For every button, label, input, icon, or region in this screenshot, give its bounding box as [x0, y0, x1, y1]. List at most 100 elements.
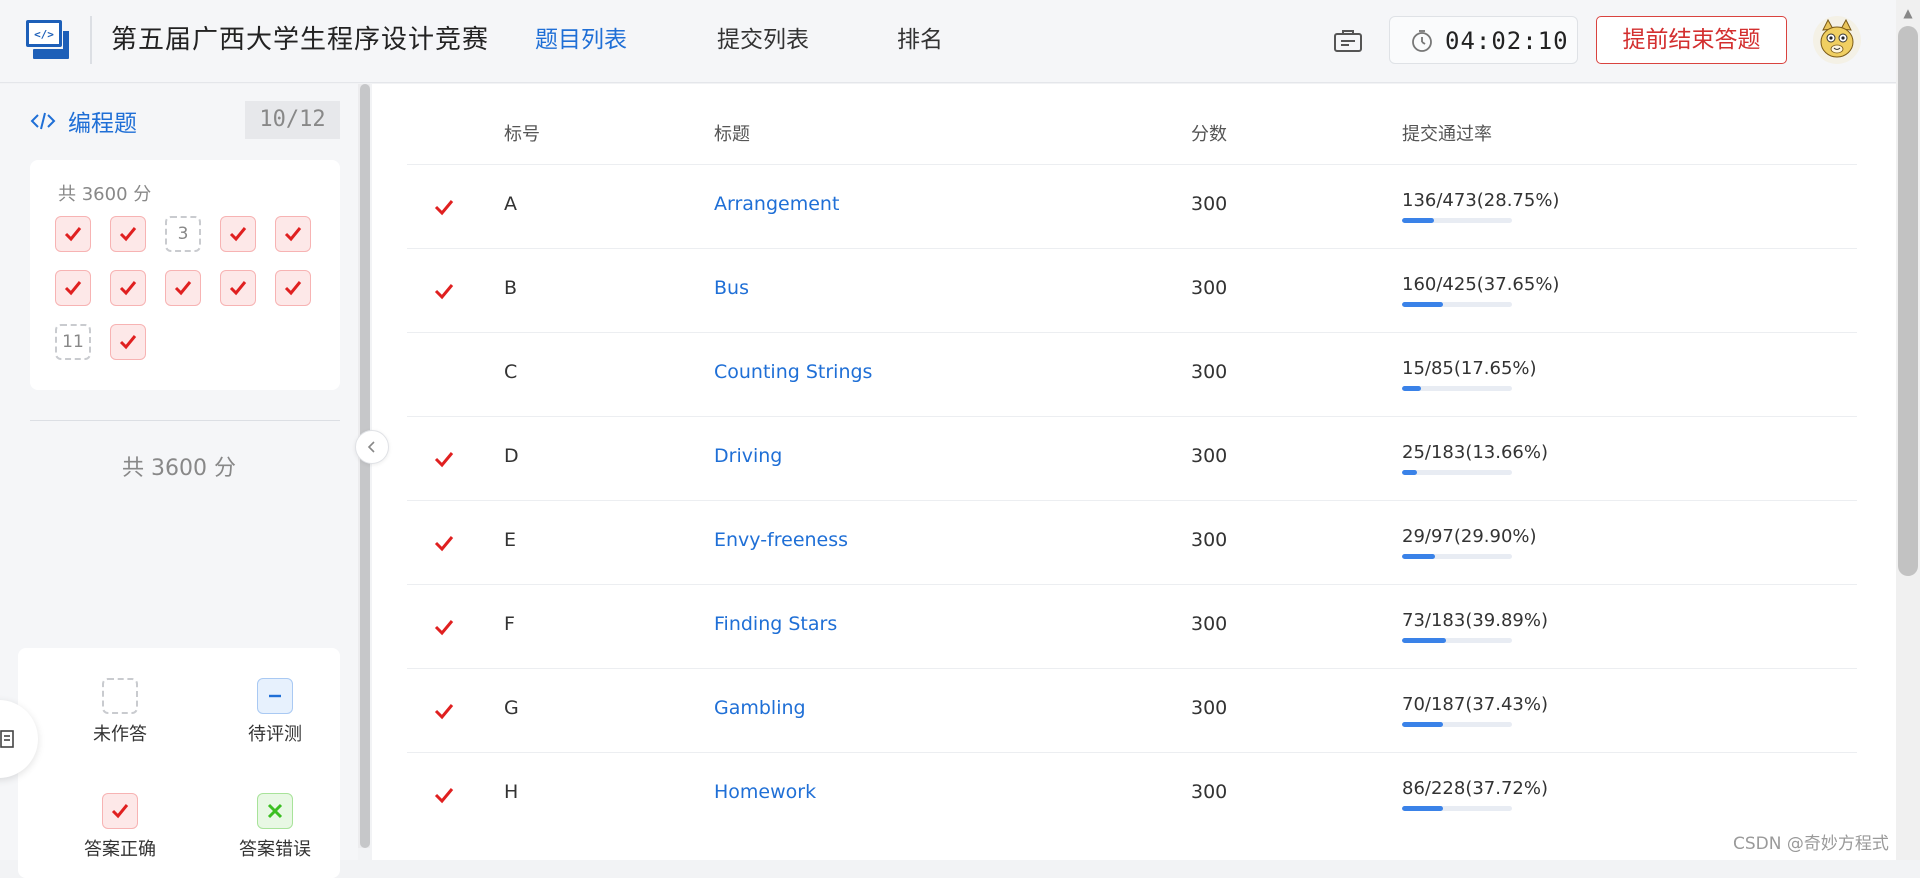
question-cell[interactable]	[110, 216, 146, 252]
pending-icon	[257, 678, 293, 714]
problem-label: G	[504, 697, 519, 719]
top-header: </> 第五届广西大学生程序设计竞赛 题目列表 提交列表 排名 04:02:10…	[0, 0, 1920, 83]
problem-label: F	[504, 613, 515, 635]
stopwatch-icon	[1412, 30, 1432, 52]
svg-text:</>: </>	[34, 28, 54, 41]
problem-score: 300	[1191, 613, 1228, 635]
check-icon	[62, 277, 84, 299]
column-header-pass-rate: 提交通过率	[1402, 124, 1492, 145]
solved-check-icon	[432, 195, 456, 219]
question-cell[interactable]	[55, 216, 91, 252]
solved-check-icon	[432, 699, 456, 723]
tab-ranking[interactable]: 排名	[897, 22, 943, 58]
timer-value: 04:02:10	[1445, 27, 1569, 55]
question-cell[interactable]: 11	[55, 324, 91, 360]
question-cell[interactable]	[165, 270, 201, 306]
pass-rate-text: 25/183(13.66%)	[1402, 442, 1549, 463]
check-icon	[102, 793, 138, 829]
card-total-score: 共 3600 分	[58, 184, 152, 205]
question-grid-card: 共 3600 分 3 11	[30, 160, 340, 390]
pass-rate-text: 29/97(29.90%)	[1402, 526, 1537, 547]
question-number: 11	[62, 332, 84, 352]
page-scrollbar[interactable]	[1898, 26, 1918, 576]
pass-rate-text: 160/425(37.65%)	[1402, 274, 1560, 295]
left-divider	[30, 420, 340, 421]
table-row[interactable]: G Gambling 300 70/187(37.43%)	[407, 668, 1857, 752]
user-avatar[interactable]	[1813, 16, 1861, 64]
pass-rate-bar	[1402, 554, 1512, 559]
collapse-sidebar-button[interactable]	[355, 430, 389, 464]
status-legend: 未作答 待评测 答案正确 答案错误	[18, 648, 340, 878]
question-cell[interactable]	[110, 324, 146, 360]
pass-rate-bar-fill	[1402, 302, 1444, 307]
problem-title-link[interactable]: Counting Strings	[714, 361, 872, 383]
table-row[interactable]: C Counting Strings 300 15/85(17.65%)	[407, 332, 1857, 416]
problem-title-link[interactable]: Finding Stars	[714, 613, 837, 635]
problem-title-link[interactable]: Bus	[714, 277, 749, 299]
problem-label: B	[504, 277, 518, 299]
problem-score: 300	[1191, 445, 1228, 467]
problem-label: H	[504, 781, 519, 803]
solved-check-icon	[432, 531, 456, 555]
pass-rate-bar	[1402, 470, 1512, 475]
pass-rate-bar	[1402, 218, 1512, 223]
problem-title-link[interactable]: Gambling	[714, 697, 806, 719]
problem-title-link[interactable]: Arrangement	[714, 193, 839, 215]
table-row[interactable]: F Finding Stars 300 73/183(39.89%)	[407, 584, 1857, 668]
table-row[interactable]: H Homework 300 86/228(37.72%)	[407, 752, 1857, 836]
question-cell[interactable]: 3	[165, 216, 201, 252]
briefcase-icon[interactable]	[1333, 29, 1363, 53]
problem-label: D	[504, 445, 519, 467]
pass-rate-bar-fill	[1402, 218, 1434, 223]
problem-label: A	[504, 193, 517, 215]
pass-rate-bar	[1402, 806, 1512, 811]
question-cell[interactable]	[220, 216, 256, 252]
legend-pending: 待评测	[220, 678, 330, 746]
problem-label: C	[504, 361, 518, 383]
question-cell[interactable]	[220, 270, 256, 306]
solved-check-icon	[432, 279, 456, 303]
pass-rate-text: 70/187(37.43%)	[1402, 694, 1549, 715]
section-programming[interactable]: 编程题	[30, 104, 137, 138]
unanswered-swatch	[102, 678, 138, 714]
check-icon	[227, 223, 249, 245]
column-header-score: 分数	[1191, 124, 1227, 145]
tab-problem-list[interactable]: 题目列表	[535, 22, 627, 58]
pass-rate-text: 15/85(17.65%)	[1402, 358, 1537, 379]
question-cell[interactable]	[275, 270, 311, 306]
table-row[interactable]: B Bus 300 160/425(37.65%)	[407, 248, 1857, 332]
column-header-title: 标题	[714, 124, 750, 145]
solved-check-icon	[432, 615, 456, 639]
table-row[interactable]: A Arrangement 300 136/473(28.75%)	[407, 164, 1857, 248]
problem-title-link[interactable]: Homework	[714, 781, 816, 803]
question-cell[interactable]	[55, 270, 91, 306]
legend-label: 答案正确	[84, 839, 156, 860]
cat-avatar-icon	[1813, 16, 1861, 64]
problem-title-link[interactable]: Envy-freeness	[714, 529, 848, 551]
table-row[interactable]: E Envy-freeness 300 29/97(29.90%)	[407, 500, 1857, 584]
problem-score: 300	[1191, 529, 1228, 551]
check-icon	[62, 223, 84, 245]
question-cell[interactable]	[275, 216, 311, 252]
pass-rate-bar-fill	[1402, 638, 1446, 643]
table-row[interactable]: D Driving 300 25/183(13.66%)	[407, 416, 1857, 500]
problem-score: 300	[1191, 697, 1228, 719]
total-score: 共 3600 分	[122, 456, 236, 481]
pass-rate-bar-fill	[1402, 386, 1422, 391]
end-exam-early-button[interactable]: 提前结束答题	[1596, 16, 1787, 64]
check-icon	[172, 277, 194, 299]
left-scrollbar[interactable]	[360, 84, 370, 848]
question-number: 3	[177, 224, 189, 244]
problem-list-main: 标号 标题 分数 提交通过率 A Arrangement 300 136/473(28…	[372, 84, 1896, 860]
legend-correct: 答案正确	[65, 793, 175, 861]
solved-check-icon	[432, 447, 456, 471]
countdown-timer: 04:02:10	[1389, 16, 1578, 64]
question-cell[interactable]	[110, 270, 146, 306]
tab-submission-list[interactable]: 提交列表	[717, 22, 809, 58]
pass-rate-bar-fill	[1402, 470, 1418, 475]
problem-title-link[interactable]: Driving	[714, 445, 782, 467]
scroll-up-arrow-icon[interactable]: ▲	[1899, 4, 1917, 22]
problem-label: E	[504, 529, 517, 551]
section-progress-count: 10/12	[245, 101, 340, 139]
legend-unanswered: 未作答	[65, 678, 175, 746]
